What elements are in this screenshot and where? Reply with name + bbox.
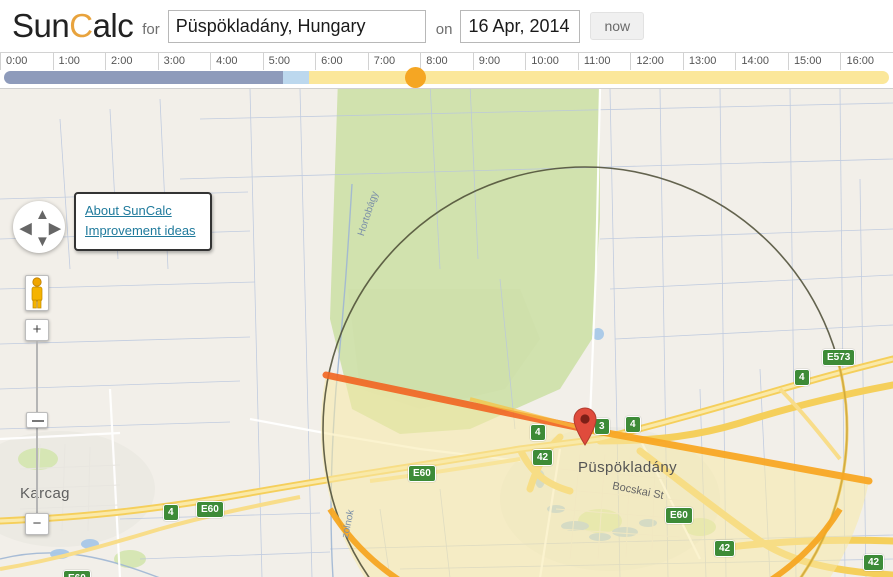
daylight-bar-wrap[interactable] bbox=[0, 67, 893, 88]
location-input[interactable] bbox=[167, 9, 426, 43]
pegman-icon[interactable] bbox=[26, 276, 48, 310]
location-marker[interactable] bbox=[572, 406, 598, 446]
zoom-out-button[interactable]: − bbox=[25, 513, 49, 535]
now-button[interactable]: now bbox=[590, 12, 645, 40]
hour-tick-3-00: 3:00 bbox=[157, 52, 211, 70]
hour-tick-15-00: 15:00 bbox=[787, 52, 841, 70]
hour-tick-6-00: 6:00 bbox=[315, 52, 368, 70]
app-logo: SunCalc bbox=[12, 7, 134, 45]
app-header: SunCalc for on now bbox=[0, 0, 893, 52]
road-shield-e60-sw: E60 bbox=[63, 570, 91, 577]
pan-control[interactable]: ▲ ▼ ◀ ▶ bbox=[13, 201, 65, 253]
logo-text-c: C bbox=[69, 7, 93, 44]
info-box: About SunCalc Improvement ideas bbox=[74, 192, 212, 251]
hour-tick-0-00: 0:00 bbox=[0, 52, 53, 70]
pan-up-icon[interactable]: ▲ bbox=[35, 206, 50, 223]
hour-tick-13-00: 13:00 bbox=[682, 52, 736, 70]
for-label: for bbox=[142, 21, 160, 38]
road-shield-42-center: 42 bbox=[532, 449, 554, 466]
road-shield-4-w: 4 bbox=[530, 424, 546, 441]
hour-tick-8-00: 8:00 bbox=[420, 52, 473, 70]
day-segment bbox=[309, 71, 889, 84]
hour-tick-14-00: 14:00 bbox=[735, 52, 788, 70]
zoom-in-button[interactable]: + bbox=[25, 319, 49, 341]
daylight-bar[interactable] bbox=[4, 71, 889, 84]
map-graphics bbox=[0, 89, 893, 577]
zoom-handle[interactable] bbox=[26, 412, 48, 428]
improvement-ideas-link[interactable]: Improvement ideas bbox=[85, 221, 201, 241]
logo-text-sun: Sun bbox=[12, 7, 70, 44]
time-handle[interactable] bbox=[405, 67, 426, 88]
hour-tick-9-00: 9:00 bbox=[472, 52, 526, 70]
road-shield-e573: E573 bbox=[822, 349, 856, 366]
pan-left-icon[interactable]: ◀ bbox=[20, 219, 32, 237]
road-shield-4-n: 4 bbox=[625, 416, 641, 433]
twilight-segment bbox=[282, 71, 310, 84]
hour-tick-1-00: 1:00 bbox=[52, 52, 106, 70]
road-shield-42-se: 42 bbox=[863, 554, 885, 571]
street-view-pegman[interactable] bbox=[25, 275, 49, 311]
road-shield-4-ne: 4 bbox=[794, 369, 810, 386]
pan-down-icon[interactable]: ▼ bbox=[35, 233, 50, 250]
road-shield-e60-e: E60 bbox=[665, 507, 693, 524]
map-canvas[interactable]: Püspökladány Karcag Bocskai St Hortobágy… bbox=[0, 88, 893, 577]
about-suncalc-link[interactable]: About SunCalc bbox=[85, 201, 201, 221]
hour-tick-10-00: 10:00 bbox=[525, 52, 578, 70]
hour-tick-11-00: 11:00 bbox=[577, 52, 631, 70]
hour-tick-2-00: 2:00 bbox=[105, 52, 158, 70]
time-slider[interactable]: 0:00 1:00 2:00 3:00 4:00 5:00 6:00 7:00 8:00 9:00… bbox=[0, 52, 893, 88]
suncalc-app: SunCalc for on now 0:001:002:003:004:005… bbox=[0, 0, 893, 577]
date-input[interactable] bbox=[460, 9, 581, 43]
hour-tick-row: 0:00 1:00 2:00 3:00 4:00 5:00 6:00 7:00 8:00 9:00… bbox=[0, 52, 893, 70]
zoom-slider[interactable]: + − bbox=[25, 319, 49, 535]
road-shield-42-s: 42 bbox=[714, 540, 736, 557]
hour-tick-12-00: 12:00 bbox=[630, 52, 683, 70]
hour-tick-4-00: 4:00 bbox=[210, 52, 263, 70]
logo-text-alc: alc bbox=[92, 7, 134, 44]
road-shield-e60-karcag: E60 bbox=[196, 501, 224, 518]
pan-right-icon[interactable]: ▶ bbox=[49, 219, 61, 237]
hour-tick-16-00: 16:00 bbox=[840, 52, 893, 70]
road-shield-4-sw: 4 bbox=[163, 504, 179, 521]
on-label: on bbox=[435, 21, 453, 38]
road-shield-e60-w: E60 bbox=[408, 465, 436, 482]
night-segment bbox=[4, 71, 283, 84]
hour-tick-5-00: 5:00 bbox=[262, 52, 316, 70]
